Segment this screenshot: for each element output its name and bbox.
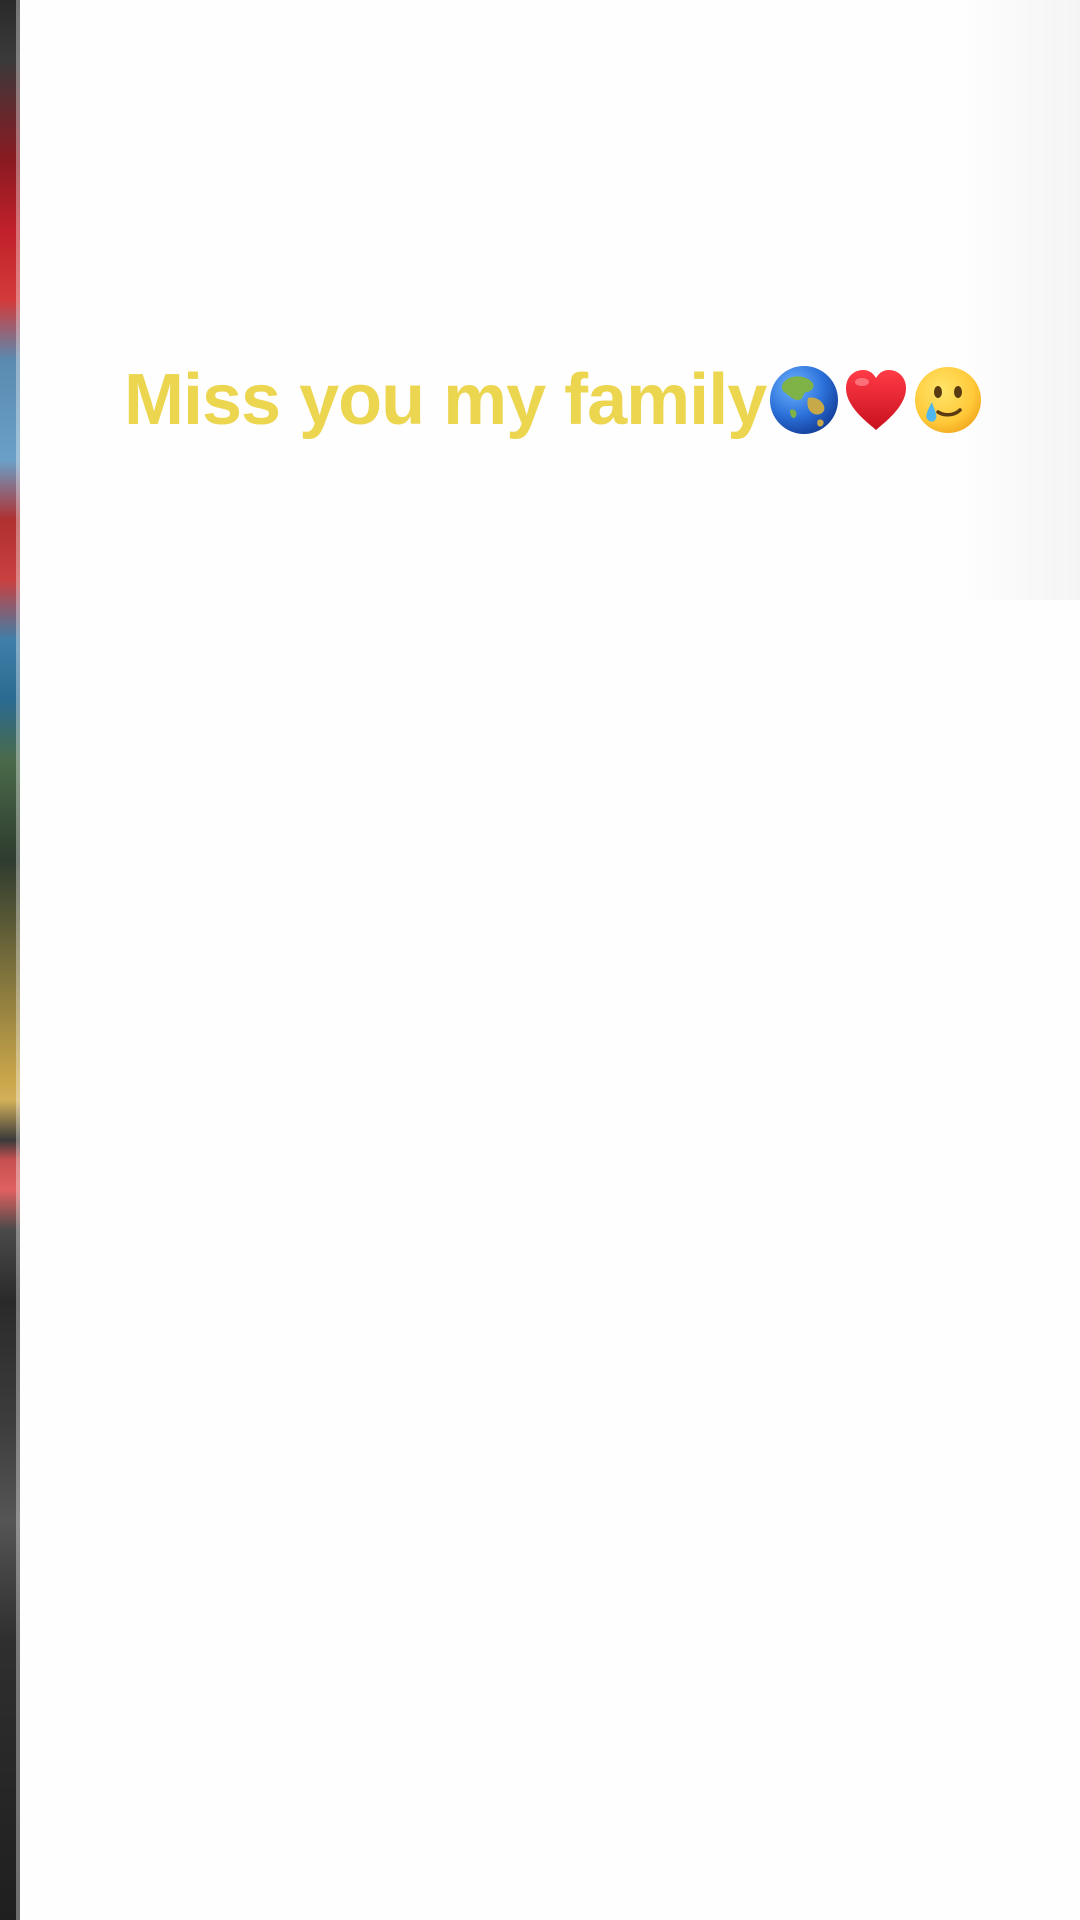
caption-overlay: Miss you my family (124, 360, 984, 440)
caption-emojis (768, 364, 984, 436)
background-photo-edge (0, 0, 20, 1920)
background-glare (960, 0, 1080, 600)
caption-text: Miss you my family (124, 360, 767, 440)
story-frame: Miss you my family (0, 0, 1080, 1920)
red-heart-icon (846, 370, 907, 430)
smiling-face-with-tear-icon (915, 367, 982, 433)
globe-asia-australia-icon (770, 366, 839, 434)
